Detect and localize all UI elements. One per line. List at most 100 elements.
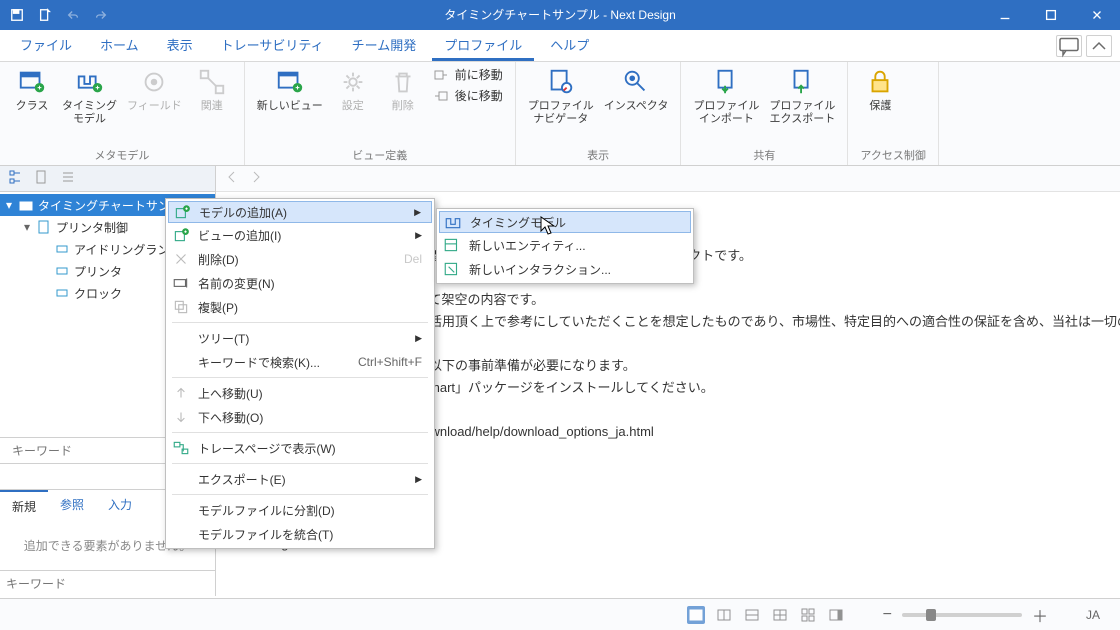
ribbon-class[interactable]: クラス [12,66,52,113]
lowtab-input[interactable]: 入力 [96,490,144,521]
box-icon [54,263,70,279]
redo-icon[interactable] [88,0,114,30]
menu-home[interactable]: ホーム [88,29,151,61]
ctx-item[interactable]: ビューの追加(I)▶ [168,223,432,247]
del-icon [172,250,190,268]
ribbon-delete[interactable]: 削除 [383,66,423,113]
lowtab-ref[interactable]: 参照 [48,490,96,521]
minimize-icon[interactable] [982,0,1028,30]
blank-icon [172,470,190,488]
blank-icon [172,501,190,519]
ribbon-protect[interactable]: 保護 [860,66,900,113]
tm-icon [444,213,462,231]
comment-icon[interactable] [1056,35,1082,57]
trace-icon [172,439,190,457]
keyword-input-2[interactable] [6,577,209,591]
ctx-item: モデルファイルを統合(T) [168,522,432,546]
content-line: に活用頂く上で参考にしていただくことを想定したものであり、市場性、特定目的への適… [416,310,1120,334]
add-icon [172,226,190,244]
panel-tab-doc-icon[interactable] [34,169,50,188]
ctx-item[interactable]: キーワードで検索(K)...Ctrl+Shift+F [168,350,432,374]
new-icon[interactable] [32,0,58,30]
content-line: download/help/download_options_ja.html [416,420,654,444]
collapse-ribbon-icon[interactable] [1086,35,1112,57]
zoom-in-icon[interactable]: ＋ [1032,603,1048,627]
ribbon-profile-import[interactable]: プロファイル インポート [693,66,759,126]
ribbon-group-display: 表示 [528,145,669,163]
menu-profile[interactable]: プロファイル [432,29,534,61]
content-line: gChart」パッケージをインストールしてください。 [416,376,714,400]
status-layout2-icon[interactable] [715,606,733,624]
menu-team[interactable]: チーム開発 [340,29,429,61]
ribbon-newview[interactable]: 新しいビュー [257,66,323,113]
status-grid-icon[interactable] [799,606,817,624]
status-layout4-icon[interactable] [771,606,789,624]
down-icon [172,408,190,426]
context-menu[interactable]: モデルの追加(A)▶ビューの追加(I)▶削除(D)Del名前の変更(N)複製(P… [165,198,435,549]
dup-icon [172,298,190,316]
zoom-slider[interactable] [902,613,1022,617]
ctx-item[interactable]: トレースページで表示(W) [168,436,432,460]
maximize-icon[interactable] [1028,0,1074,30]
ctx-item: 上へ移動(U) [168,381,432,405]
ribbon-profile-navigator[interactable]: プロファイル ナビゲータ [528,66,594,126]
folder-icon [18,197,34,213]
status-layout3-icon[interactable] [743,606,761,624]
ribbon-assoc[interactable]: 関連 [192,66,232,113]
ctx-item[interactable]: ツリー(T)▶ [168,326,432,350]
ctx-item: 下へ移動(O) [168,405,432,429]
menubar: ファイル ホーム 表示 トレーサビリティ チーム開発 プロファイル ヘルプ [0,30,1120,62]
ribbon-field[interactable]: フィールド [127,66,182,113]
lowtab-new[interactable]: 新規 [0,490,48,521]
ribbon: クラス タイミング モデル フィールド 関連 メタモデル 新しいビュー [0,62,1120,166]
content-line: べて架空の内容です。 [416,288,544,312]
ribbon-setting[interactable]: 設定 [333,66,373,113]
ribbon-group-access: アクセス制御 [860,145,925,163]
menu-trace[interactable]: トレーサビリティ [209,29,336,61]
add-icon [173,203,191,221]
panel-tab-tree-icon[interactable] [8,169,24,188]
ctx-item[interactable]: 名前の変更(N) [168,271,432,295]
window-title: タイミングチャートサンプル - Next Design [0,0,1120,30]
menu-view[interactable]: 表示 [155,29,205,61]
ctx-item[interactable]: モデルの追加(A)▶ [168,201,432,223]
int-icon [443,260,461,278]
ctx-item: 削除(D)Del [168,247,432,271]
zoom-out-icon[interactable]: − [883,606,892,624]
submenu-item[interactable]: 新しいエンティティ... [439,233,691,257]
titlebar: タイミングチャートサンプル - Next Design [0,0,1120,30]
submenu-item[interactable]: タイミングモデル [439,211,691,233]
up-icon [172,384,190,402]
status-locale: JA [1086,608,1100,622]
ribbon-moveprev[interactable]: 前に移動 [433,66,503,83]
ribbon-group-share: 共有 [693,145,835,163]
status-panel-icon[interactable] [827,606,845,624]
box-icon [54,285,70,301]
ctx-item: 複製(P) [168,295,432,319]
ctx-item[interactable]: エクスポート(E)▶ [168,467,432,491]
panel-tab-list-icon[interactable] [60,169,76,188]
box-icon [54,241,70,257]
ctx-item: モデルファイルに分割(D) [168,498,432,522]
undo-icon[interactable] [60,0,86,30]
status-layout1-icon[interactable] [687,606,705,624]
ren-icon [172,274,190,292]
ribbon-inspector[interactable]: インスペクタ [604,66,669,113]
ribbon-timingmodel[interactable]: タイミング モデル [62,66,117,126]
submenu-item[interactable]: 新しいインタラクション... [439,257,691,281]
context-submenu[interactable]: タイミングモデル新しいエンティティ...新しいインタラクション... [436,208,694,284]
content-line: は以下の事前準備が必要になります。 [416,354,636,378]
ribbon-group-viewdef: ビュー定義 [257,145,503,163]
doc-icon [36,219,52,235]
ent-icon [443,236,461,254]
save-icon[interactable] [4,0,30,30]
ribbon-movenext[interactable]: 後に移動 [433,87,503,104]
status-bar: − ＋ JA [0,598,1120,630]
ribbon-profile-export[interactable]: プロファイル エクスポート [769,66,835,126]
blank-icon [172,329,190,347]
close-icon[interactable] [1074,0,1120,30]
blank-icon [172,525,190,543]
menu-file[interactable]: ファイル [8,29,84,61]
menu-help[interactable]: ヘルプ [538,29,601,61]
ribbon-group-metamodel: メタモデル [12,145,232,163]
